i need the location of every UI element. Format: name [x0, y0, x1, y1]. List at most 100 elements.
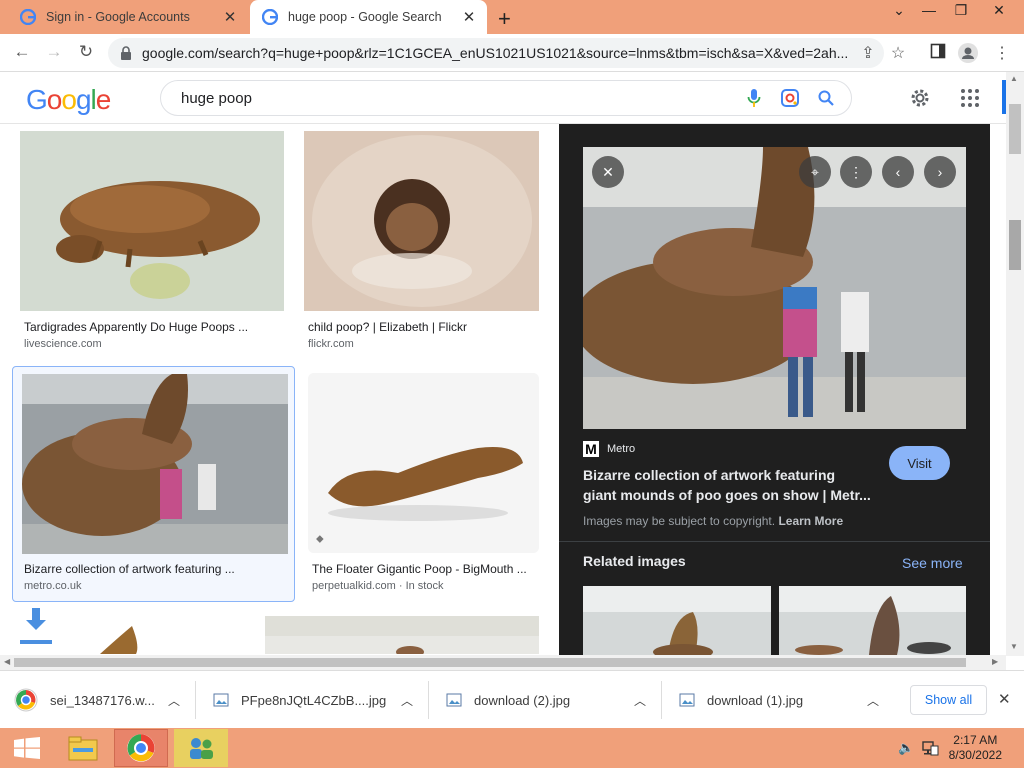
- previous-icon[interactable]: ‹: [882, 156, 914, 188]
- scroll-up-icon[interactable]: ▲: [1010, 74, 1018, 83]
- download-item[interactable]: sei_13487176.w... ︿: [14, 671, 180, 729]
- horizontal-scrollbar[interactable]: ◀ ▶: [0, 655, 1006, 670]
- preview-title[interactable]: Bizarre collection of artwork featuring …: [583, 465, 871, 505]
- scroll-left-icon[interactable]: ◀: [4, 657, 10, 666]
- divider: [195, 681, 196, 719]
- result-source[interactable]: livescience.com: [24, 338, 102, 350]
- clock-time: 2:17 AM: [953, 733, 998, 747]
- search-icon[interactable]: [815, 87, 837, 109]
- image-result-card-selected[interactable]: Bizarre collection of artwork featuring …: [12, 366, 295, 602]
- related-image-thumbnail[interactable]: [583, 586, 771, 655]
- search-box: [160, 80, 852, 116]
- result-thumbnail[interactable]: [22, 374, 288, 554]
- share-icon[interactable]: ⇪: [858, 43, 878, 63]
- tab-close-icon[interactable]: ✕: [220, 8, 240, 26]
- preview-image[interactable]: [583, 147, 966, 429]
- image-result-card[interactable]: ⬥ The Floater Gigantic Poop - BigMouth .…: [308, 373, 541, 598]
- result-source[interactable]: metro.co.uk: [24, 580, 81, 592]
- result-source[interactable]: flickr.com: [308, 338, 354, 350]
- microphone-icon[interactable]: [743, 87, 765, 109]
- menu-kebab-icon[interactable]: ⋮: [992, 43, 1012, 63]
- close-window-icon[interactable]: ✕: [984, 2, 1014, 19]
- show-all-button[interactable]: Show all: [910, 685, 987, 715]
- result-title[interactable]: child poop? | Elizabeth | Flickr: [308, 320, 467, 334]
- chevron-up-icon[interactable]: ︿: [634, 692, 646, 709]
- address-bar[interactable]: google.com/search?q=huge+poop&rlz=1C1GCE…: [108, 38, 884, 68]
- result-title[interactable]: Tardigrades Apparently Do Huge Poops ...: [24, 320, 248, 334]
- chevron-up-icon[interactable]: ︿: [168, 692, 180, 709]
- minimize-icon[interactable]: —: [914, 2, 944, 18]
- downloads-bar: sei_13487176.w... ︿ PFpe8nJQtL4CZbB....j…: [0, 670, 1024, 728]
- windows-start-icon[interactable]: [0, 729, 54, 767]
- chevron-up-icon[interactable]: ︿: [401, 692, 413, 709]
- forward-icon[interactable]: →: [42, 42, 66, 62]
- system-clock[interactable]: 2:17 AM 8/30/2022: [949, 733, 1002, 763]
- partial-result-thumbnail[interactable]: [60, 616, 244, 654]
- side-panel-icon[interactable]: [928, 43, 948, 63]
- download-arrow-icon[interactable]: [20, 606, 52, 646]
- source-name: Metro: [607, 443, 636, 455]
- chrome-taskbar-icon[interactable]: [114, 729, 168, 767]
- close-downloads-icon[interactable]: ✕: [998, 690, 1011, 708]
- image-result-card[interactable]: Tardigrades Apparently Do Huge Poops ...…: [20, 131, 284, 351]
- image-file-icon: [679, 693, 695, 707]
- tab-close-icon[interactable]: ✕: [459, 8, 479, 26]
- result-thumbnail[interactable]: ⬥: [308, 373, 539, 553]
- tab-google-search[interactable]: huge poop - Google Search ✕: [250, 0, 487, 34]
- hscroll-thumb[interactable]: [14, 658, 966, 667]
- visit-button[interactable]: Visit: [889, 446, 950, 480]
- windows-taskbar: 🔈 2:17 AM 8/30/2022: [0, 728, 1024, 768]
- scroll-down-icon[interactable]: ▼: [1010, 642, 1018, 651]
- download-item[interactable]: download (1).jpg ︿: [679, 671, 879, 729]
- result-thumbnail[interactable]: [304, 131, 539, 311]
- speaker-muted-icon[interactable]: 🔈: [898, 740, 914, 756]
- next-icon[interactable]: ›: [924, 156, 956, 188]
- download-filename: download (1).jpg: [707, 692, 804, 708]
- partial-result-thumbnail[interactable]: [265, 616, 539, 654]
- download-item[interactable]: download (2).jpg ︿: [446, 671, 646, 729]
- bookmark-star-icon[interactable]: ☆: [888, 43, 908, 63]
- see-more-link[interactable]: See more: [902, 555, 963, 571]
- file-explorer-icon[interactable]: [56, 729, 110, 767]
- result-source-line[interactable]: perpetualkid.com · In stock: [312, 580, 443, 592]
- metro-logo-icon: M: [583, 441, 599, 457]
- search-input[interactable]: [181, 89, 743, 107]
- reload-icon[interactable]: ↻: [74, 42, 98, 62]
- source-row[interactable]: M Metro: [583, 441, 635, 457]
- result-thumbnail[interactable]: [20, 131, 284, 311]
- scroll-right-icon[interactable]: ▶: [992, 657, 998, 666]
- plus-icon[interactable]: +: [498, 6, 511, 32]
- download-item[interactable]: PFpe8nJQtL4CZbB....jpg ︿: [213, 671, 413, 729]
- settings-gear-icon[interactable]: [908, 86, 932, 110]
- chevron-down-icon[interactable]: ⌄: [884, 2, 914, 19]
- restore-icon[interactable]: ❐: [946, 2, 976, 19]
- google-lens-icon[interactable]: [779, 87, 801, 109]
- profile-avatar-icon[interactable]: [958, 43, 978, 63]
- apps-grid-icon[interactable]: [960, 88, 980, 108]
- tab-sign-in[interactable]: Sign in - Google Accounts ✕: [8, 0, 248, 34]
- network-icon[interactable]: [921, 740, 939, 756]
- vertical-scrollbar[interactable]: ▲ ▼: [1006, 72, 1024, 656]
- download-filename: sei_13487176.w...: [50, 692, 155, 708]
- lens-search-icon[interactable]: ⌖: [799, 156, 831, 188]
- back-icon[interactable]: ←: [10, 42, 34, 62]
- result-title[interactable]: Bizarre collection of artwork featuring …: [24, 562, 235, 576]
- learn-more-link[interactable]: Learn More: [778, 514, 843, 528]
- result-title[interactable]: The Floater Gigantic Poop - BigMouth ...: [312, 562, 527, 576]
- people-app-icon[interactable]: [174, 729, 228, 767]
- related-image-thumbnail[interactable]: [779, 586, 966, 655]
- google-favicon-icon: [262, 9, 278, 25]
- clock-date: 8/30/2022: [948, 748, 1002, 762]
- google-logo[interactable]: Google: [26, 84, 111, 116]
- scroll-thumb[interactable]: [1009, 220, 1021, 270]
- image-file-icon: [446, 693, 462, 707]
- scroll-thumb[interactable]: [1009, 104, 1021, 154]
- image-file-icon: [213, 693, 229, 707]
- download-filename: PFpe8nJQtL4CZbB....jpg: [241, 692, 387, 708]
- more-options-icon[interactable]: ⋮: [840, 156, 872, 188]
- browser-toolbar: ← → ↻ google.com/search?q=huge+poop&rlz=…: [0, 34, 1024, 72]
- preview-title-line2: giant mounds of poo goes on show | Metr.…: [583, 487, 871, 503]
- chevron-up-icon[interactable]: ︿: [867, 692, 879, 709]
- close-preview-icon[interactable]: ✕: [592, 156, 624, 188]
- image-result-card[interactable]: child poop? | Elizabeth | Flickr flickr.…: [304, 131, 539, 351]
